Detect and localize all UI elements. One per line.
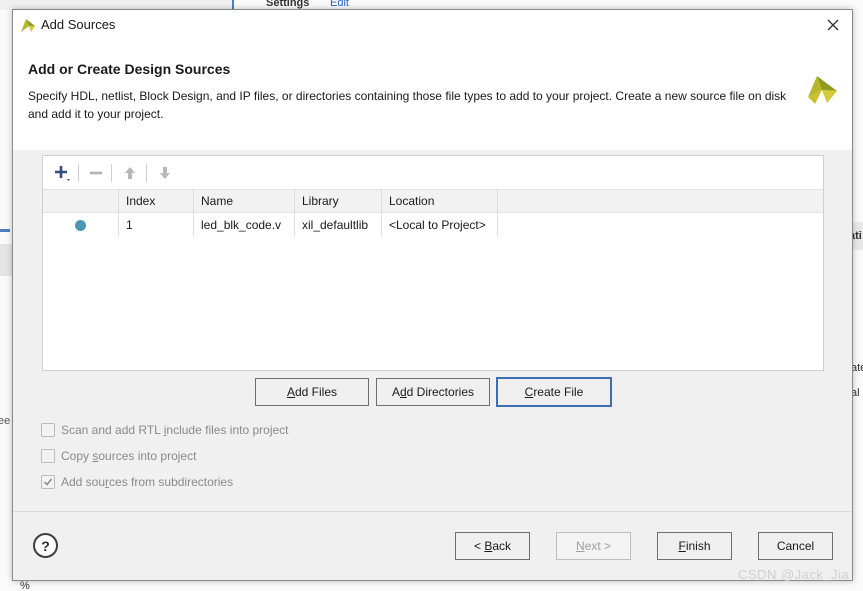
column-header-name[interactable]: Name <box>194 190 295 213</box>
dialog-header: Add or Create Design Sources Specify HDL… <box>13 40 852 150</box>
column-header-status[interactable] <box>43 190 119 213</box>
background-bottom-text: % <box>20 580 30 591</box>
add-sources-dialog: Add Sources Add or Create Design Sources… <box>12 9 853 581</box>
create-file-mnemonic: C <box>524 385 534 399</box>
back-button[interactable]: < Back <box>455 532 530 560</box>
back-label-pre: < <box>473 539 485 553</box>
next-label-post: ext > <box>584 539 612 553</box>
copy-sources-checkbox[interactable] <box>41 449 55 463</box>
column-header-library[interactable]: Library <box>295 190 382 213</box>
add-directories-label-post: d Directories <box>406 385 475 399</box>
sources-toolbar <box>43 156 823 189</box>
move-down-button[interactable] <box>154 162 176 184</box>
footer-divider <box>13 511 852 512</box>
background-left-text: ee <box>0 415 11 427</box>
background-app-left <box>0 10 12 591</box>
background-left-selection <box>0 244 12 276</box>
close-icon <box>827 19 839 31</box>
add-files-mnemonic: A <box>286 385 295 399</box>
help-icon: ? <box>41 537 50 554</box>
create-file-button[interactable]: Create File <box>496 377 612 407</box>
table-row[interactable]: 1 led_blk_code.v xil_defaultlib <Local t… <box>43 213 823 237</box>
copy-sources-label: Copy sources into project <box>61 449 197 463</box>
column-header-index[interactable]: Index <box>119 190 194 213</box>
checkmark-icon <box>43 478 53 486</box>
sources-panel: Index Name Library Location 1 led_blk_co… <box>42 155 824 371</box>
row-location-cell: <Local to Project> <box>382 213 498 237</box>
background-app-right <box>852 10 863 591</box>
next-mnemonic: N <box>575 539 585 553</box>
status-dot-icon <box>75 220 86 231</box>
dialog-title: Add Sources <box>41 17 116 32</box>
minus-icon <box>90 171 102 175</box>
scan-rtl-checkbox[interactable] <box>41 423 55 437</box>
add-subdirectories-label: Add sources from subdirectories <box>61 475 234 489</box>
scan-rtl-label: Scan and add RTL include files into proj… <box>61 423 289 437</box>
vivado-logo-icon <box>20 17 36 36</box>
finish-mnemonic: F <box>678 539 686 553</box>
arrow-down-icon <box>160 167 170 179</box>
remove-source-button[interactable] <box>85 162 107 184</box>
column-header-location[interactable]: Location <box>382 190 498 213</box>
vivado-brand-icon <box>805 71 839 108</box>
add-source-button[interactable] <box>51 162 73 184</box>
arrow-up-icon <box>125 167 135 179</box>
background-app-bottom <box>0 581 863 591</box>
finish-button[interactable]: Finish <box>657 532 732 560</box>
add-directories-mnemonic: d <box>399 385 407 399</box>
watermark: CSDN @Jack_Jia <box>738 567 850 582</box>
add-files-label-post: dd Files <box>294 385 338 399</box>
next-button[interactable]: Next > <box>556 532 631 560</box>
plus-icon <box>55 166 70 181</box>
background-left-accent <box>0 229 10 232</box>
title-bar[interactable]: Add Sources <box>13 10 852 40</box>
toolbar-divider <box>146 164 147 182</box>
row-name-cell: led_blk_code.v <box>194 213 295 237</box>
row-status-cell <box>43 213 119 237</box>
finish-label-post: inish <box>685 539 711 553</box>
scan-rtl-option[interactable]: Scan and add RTL include files into proj… <box>41 422 289 438</box>
close-button[interactable] <box>822 14 844 36</box>
background-edit-link: Edit <box>330 0 349 9</box>
create-file-label-post: reate File <box>533 385 584 399</box>
table-header: Index Name Library Location <box>43 189 823 213</box>
cancel-button[interactable]: Cancel <box>758 532 833 560</box>
page-title: Add or Create Design Sources <box>28 61 231 77</box>
toolbar-divider <box>78 164 79 182</box>
add-directories-label-pre: A <box>391 385 400 399</box>
add-subdirectories-option[interactable]: Add sources from subdirectories <box>41 474 233 490</box>
add-files-button[interactable]: Add Files <box>255 378 369 406</box>
help-button[interactable]: ? <box>33 533 58 558</box>
add-directories-button[interactable]: Add Directories <box>376 378 490 406</box>
toolbar-divider <box>111 164 112 182</box>
add-subdirectories-checkbox[interactable] <box>41 475 55 489</box>
back-label-post: ack <box>492 539 512 553</box>
move-up-button[interactable] <box>119 162 141 184</box>
row-library-cell[interactable]: xil_defaultlib <box>295 213 382 237</box>
background-settings-label: Settings <box>266 0 310 9</box>
page-description: Specify HDL, netlist, Block Design, and … <box>28 89 787 121</box>
row-index-cell: 1 <box>119 213 194 237</box>
copy-sources-option[interactable]: Copy sources into project <box>41 448 196 464</box>
